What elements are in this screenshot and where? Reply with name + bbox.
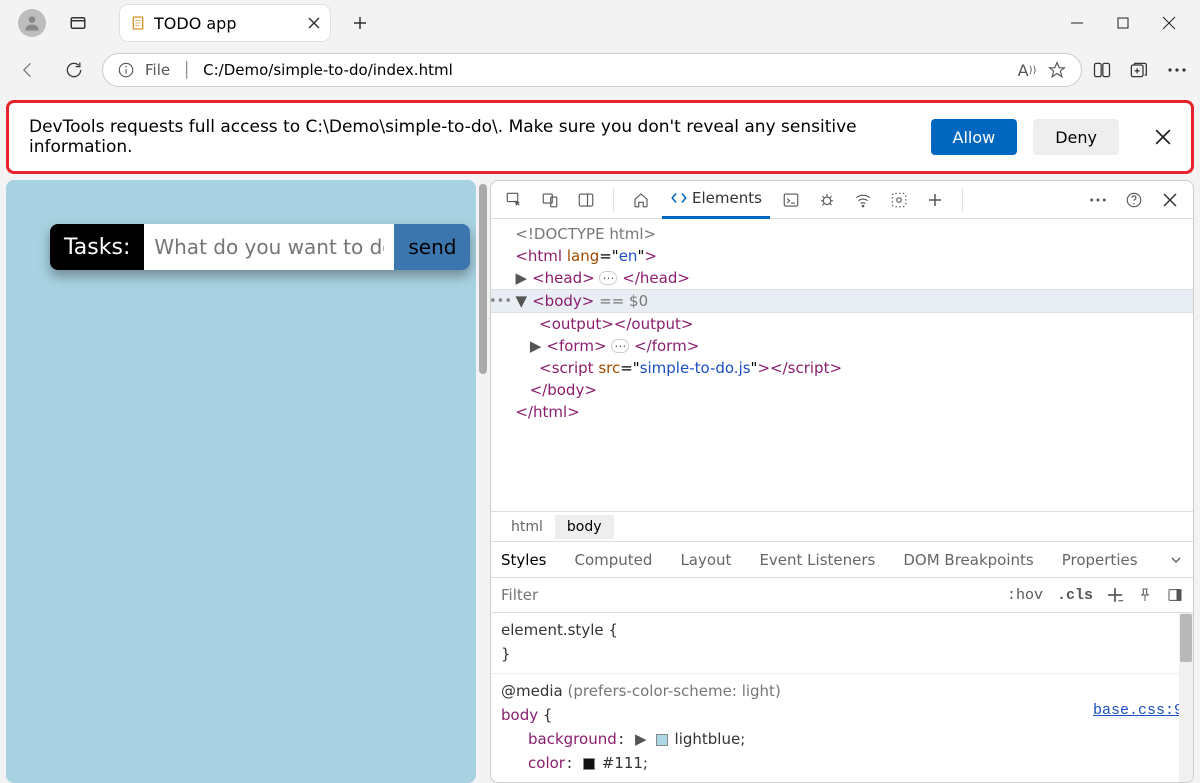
tasks-label: Tasks: [50, 224, 144, 270]
sources-bug-icon[interactable] [812, 185, 842, 215]
deny-button[interactable]: Deny [1033, 119, 1119, 155]
maximize-button[interactable] [1100, 0, 1146, 46]
url-scheme: File [145, 61, 170, 79]
toggle-sidebar-icon[interactable] [1167, 587, 1183, 603]
device-toggle-icon[interactable] [535, 185, 565, 215]
elements-tab[interactable]: Elements [662, 181, 770, 219]
devtools-more-icon[interactable] [1083, 185, 1113, 215]
styles-scrollbar[interactable] [1179, 613, 1193, 782]
media-rule[interactable]: @media (prefers-color-scheme: light) bod… [491, 674, 1193, 782]
infobar-message: DevTools requests full access to C:\Demo… [29, 117, 915, 157]
split-screen-icon[interactable] [1092, 60, 1112, 80]
close-tab-button[interactable] [308, 17, 320, 29]
collections-icon[interactable] [1128, 60, 1148, 80]
todo-form: Tasks: send [50, 224, 470, 270]
notepad-icon [130, 15, 146, 31]
browser-tab[interactable]: TODO app [120, 5, 330, 41]
task-input[interactable] [144, 224, 394, 270]
event-listeners-tab[interactable]: Event Listeners [759, 551, 875, 569]
address-bar[interactable]: File │ C:/Demo/simple-to-do/index.html A… [102, 53, 1082, 87]
close-infobar-button[interactable] [1155, 129, 1171, 145]
hov-toggle[interactable]: :hov [1007, 587, 1043, 604]
element-style-rule[interactable]: element.style { } [491, 613, 1193, 674]
source-link[interactable]: base.css:9 [1093, 700, 1183, 722]
more-icon[interactable] [1164, 60, 1190, 80]
doctype: <!DOCTYPE html> [515, 225, 656, 243]
styles-tab[interactable]: Styles [501, 551, 547, 569]
address-row: File │ C:/Demo/simple-to-do/index.html A… [0, 46, 1200, 94]
new-rule-icon[interactable] [1107, 587, 1123, 603]
devtools-access-infobar: DevTools requests full access to C:\Demo… [6, 100, 1194, 174]
layout-tab[interactable]: Layout [680, 551, 731, 569]
devtools-panel: Elements [490, 180, 1194, 783]
dock-side-icon[interactable] [571, 185, 601, 215]
help-icon[interactable] [1119, 185, 1149, 215]
page-viewport: Tasks: send [6, 180, 476, 783]
console-icon[interactable] [776, 185, 806, 215]
tab-actions-icon[interactable] [64, 9, 92, 37]
info-icon[interactable] [117, 61, 135, 79]
dom-tree[interactable]: <!DOCTYPE html> <html lang="en"> ▶ <head… [491, 219, 1193, 511]
pin-icon[interactable] [1137, 587, 1153, 603]
crumb-html[interactable]: html [499, 515, 555, 539]
performance-icon[interactable] [884, 185, 914, 215]
elements-tab-label: Elements [692, 189, 762, 207]
dom-breakpoints-tab[interactable]: DOM Breakpoints [903, 551, 1033, 569]
url-path: C:/Demo/simple-to-do/index.html [203, 61, 453, 79]
split-handle[interactable] [476, 180, 490, 783]
expand-tabs-icon[interactable] [1169, 553, 1183, 567]
read-aloud-icon[interactable]: A)) [1017, 60, 1037, 80]
new-tab-button[interactable] [342, 5, 378, 41]
computed-tab[interactable]: Computed [575, 551, 653, 569]
crumb-body[interactable]: body [555, 515, 614, 539]
inspect-icon[interactable] [499, 185, 529, 215]
styles-filter-input[interactable] [501, 586, 993, 604]
more-tabs-icon[interactable] [920, 185, 950, 215]
send-button[interactable]: send [394, 224, 470, 270]
url-separator: │ [182, 61, 191, 79]
allow-button[interactable]: Allow [931, 119, 1018, 155]
welcome-icon[interactable] [626, 185, 656, 215]
close-devtools-icon[interactable] [1155, 185, 1185, 215]
dom-breadcrumb[interactable]: html body [491, 511, 1193, 541]
devtools-toolbar: Elements [491, 181, 1193, 219]
tab-title: TODO app [154, 14, 236, 33]
network-icon[interactable] [848, 185, 878, 215]
browser-titlebar: TODO app [0, 0, 1200, 46]
back-button[interactable] [10, 52, 46, 88]
favorite-icon[interactable] [1047, 60, 1067, 80]
minimize-button[interactable] [1054, 0, 1100, 46]
styles-filter-bar: :hov .cls [491, 577, 1193, 613]
cls-toggle[interactable]: .cls [1057, 587, 1093, 604]
properties-tab[interactable]: Properties [1062, 551, 1138, 569]
close-window-button[interactable] [1146, 0, 1192, 46]
refresh-button[interactable] [56, 52, 92, 88]
styles-tabs: Styles Computed Layout Event Listeners D… [491, 541, 1193, 577]
profile-avatar[interactable] [18, 9, 46, 37]
